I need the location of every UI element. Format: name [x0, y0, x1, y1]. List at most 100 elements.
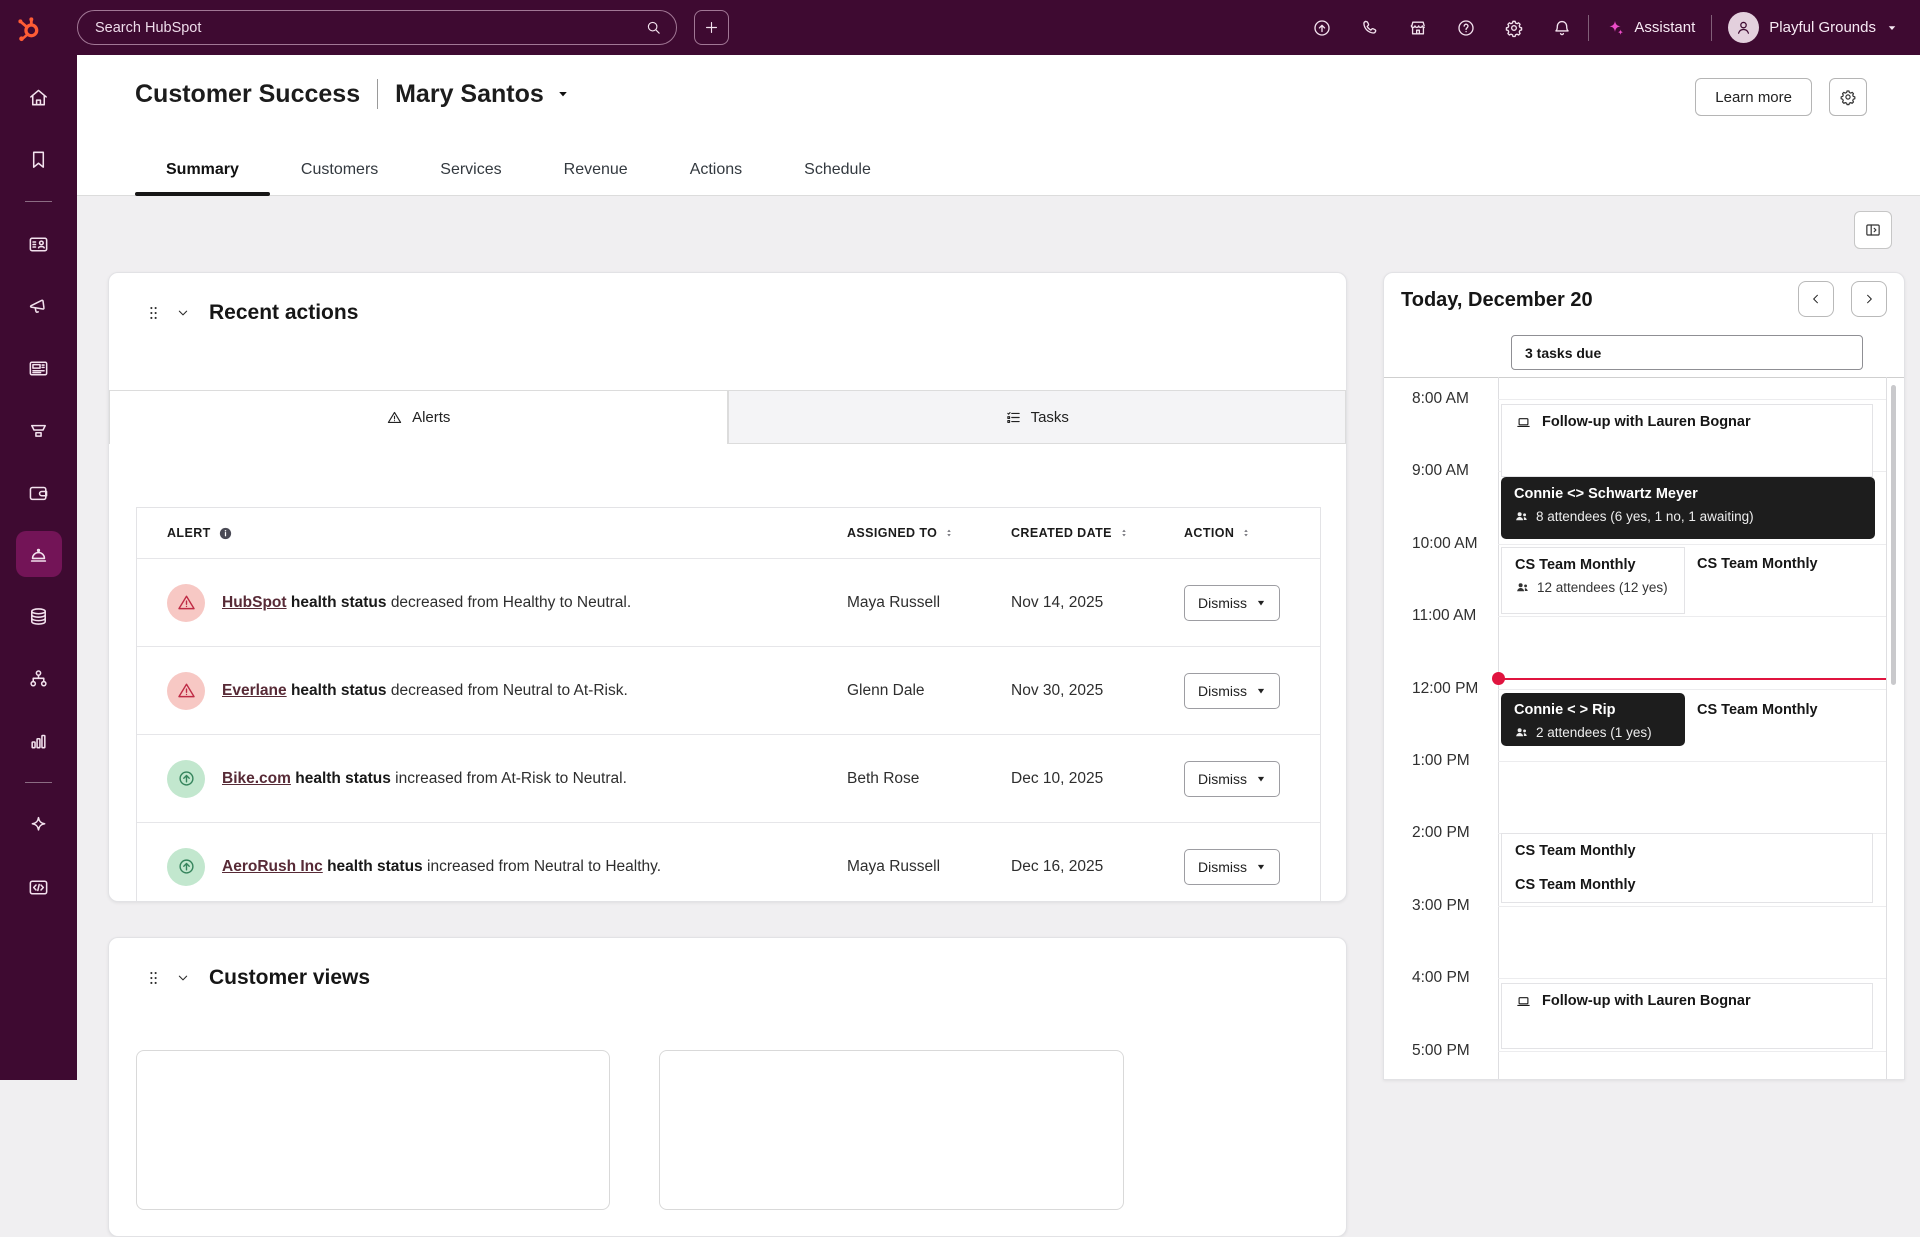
alert-row: HubSpot health status decreased from Hea… — [137, 558, 1320, 646]
global-search[interactable] — [77, 10, 677, 45]
dismiss-button[interactable]: Dismiss — [1184, 673, 1280, 709]
hour-gridline — [1498, 689, 1886, 690]
sidebar-item-sales[interactable] — [16, 407, 62, 453]
settings-button[interactable] — [1829, 78, 1867, 116]
tab-schedule[interactable]: Schedule — [773, 161, 902, 195]
calendar-event[interactable]: CS Team MonthlyCS Team Monthly — [1501, 833, 1873, 903]
sidebar-item-home[interactable] — [16, 74, 62, 120]
calendar-event[interactable]: CS Team Monthly — [1697, 547, 1873, 614]
now-indicator-dot — [1492, 672, 1505, 685]
sidebar-item-service[interactable] — [16, 531, 62, 577]
alert-row: Bike.com health status increased from At… — [137, 734, 1320, 822]
collapse-chevron-icon[interactable] — [175, 305, 191, 321]
marketplace-icon[interactable] — [1408, 18, 1428, 38]
settings-icon[interactable] — [1504, 18, 1524, 38]
help-icon[interactable] — [1456, 18, 1476, 38]
dismiss-button[interactable]: Dismiss — [1184, 585, 1280, 621]
company-link[interactable]: HubSpot — [222, 594, 287, 611]
assistant-button[interactable]: Assistant — [1605, 18, 1695, 38]
assigned-to-cell: Beth Rose — [847, 770, 1011, 788]
attendees: 2 attendees (1 yes) — [1514, 725, 1672, 740]
tab-services[interactable]: Services — [409, 161, 532, 195]
sort-icon[interactable] — [1241, 526, 1251, 540]
sidebar-item-developer[interactable] — [16, 864, 62, 910]
assigned-to-cell: Glenn Dale — [847, 682, 1011, 700]
tasks-due-button[interactable]: 3 tasks due — [1511, 335, 1863, 370]
company-link[interactable]: AeroRush Inc — [222, 858, 323, 875]
sidebar-item-reporting[interactable] — [16, 717, 62, 763]
calendar-event[interactable]: CS Team Monthly — [1697, 693, 1873, 759]
caret-down-icon — [1256, 774, 1266, 784]
info-icon[interactable] — [218, 526, 233, 541]
company-link[interactable]: Everlane — [222, 682, 287, 699]
chevron-right-icon — [1862, 292, 1876, 306]
calendar-event[interactable]: Connie <> Schwartz Meyer8 attendees (6 y… — [1501, 477, 1875, 539]
learn-more-button[interactable]: Learn more — [1695, 78, 1812, 116]
bookmarks-icon — [27, 148, 50, 171]
tab-alerts[interactable]: Alerts — [109, 390, 728, 444]
created-date-cell: Dec 16, 2025 — [1011, 858, 1184, 876]
company-link[interactable]: Bike.com — [222, 770, 291, 787]
title-divider — [377, 79, 378, 109]
calendar-prev-button[interactable] — [1798, 281, 1834, 317]
alert-message: HubSpot health status decreased from Hea… — [222, 594, 631, 612]
drag-handle-icon[interactable] — [145, 302, 162, 324]
alert-task-tabs: AlertsTasks — [109, 390, 1346, 444]
hour-label: 8:00 AM — [1412, 390, 1492, 408]
dismiss-button[interactable]: Dismiss — [1184, 761, 1280, 797]
column-header[interactable]: CREATED DATE — [1011, 526, 1184, 540]
sort-icon[interactable] — [944, 526, 954, 540]
page-title: Customer Success — [135, 80, 360, 109]
time-column-divider — [1498, 377, 1499, 1079]
sidebar-item-commerce[interactable] — [16, 469, 62, 515]
owner-selector[interactable]: Mary Santos — [395, 80, 570, 109]
hubspot-logo-icon[interactable] — [14, 14, 44, 42]
sidebar-item-data[interactable] — [16, 593, 62, 639]
upgrade-icon[interactable] — [1312, 18, 1332, 38]
calendar-event[interactable]: Follow-up with Lauren Bognar — [1501, 404, 1873, 477]
column-header[interactable]: ACTION — [1184, 526, 1320, 540]
create-button[interactable] — [694, 10, 729, 45]
hour-label: 4:00 PM — [1412, 969, 1492, 987]
calendar-event[interactable]: CS Team Monthly12 attendees (12 yes) — [1501, 547, 1685, 614]
sidebar-item-automations[interactable] — [16, 655, 62, 701]
sparkle-icon — [27, 814, 50, 837]
calendar-event[interactable]: Follow-up with Lauren Bognar — [1501, 983, 1873, 1049]
funnel-icon — [27, 419, 50, 442]
sidebar-item-ai[interactable] — [16, 802, 62, 848]
customer-view-tile[interactable] — [659, 1050, 1124, 1210]
sidebar-nav — [0, 55, 77, 1080]
dismiss-button[interactable]: Dismiss — [1184, 849, 1280, 885]
sort-icon[interactable] — [1119, 526, 1129, 540]
sidebar-item-content[interactable] — [16, 345, 62, 391]
tab-actions[interactable]: Actions — [659, 161, 773, 195]
calling-icon[interactable] — [1360, 18, 1380, 38]
sidebar-item-contacts[interactable] — [16, 221, 62, 267]
sidebar-item-bookmarks[interactable] — [16, 136, 62, 182]
tab-tasks[interactable]: Tasks — [728, 390, 1347, 444]
hour-gridline — [1498, 906, 1886, 907]
service-bell-icon — [27, 543, 50, 566]
hour-label: 3:00 PM — [1412, 897, 1492, 915]
hour-label: 12:00 PM — [1412, 680, 1492, 698]
page-tabs: SummaryCustomersServicesRevenueActionsSc… — [135, 161, 902, 195]
search-input[interactable] — [78, 20, 645, 36]
calendar-scrollbar[interactable] — [1891, 385, 1896, 685]
tab-revenue[interactable]: Revenue — [533, 161, 659, 195]
column-header[interactable]: ASSIGNED TO — [847, 526, 1011, 540]
customer-view-tile[interactable] — [136, 1050, 610, 1210]
assigned-to-cell: Maya Russell — [847, 858, 1011, 876]
created-date-cell: Nov 30, 2025 — [1011, 682, 1184, 700]
drag-handle-icon[interactable] — [145, 967, 162, 989]
collapse-chevron-icon[interactable] — [175, 970, 191, 986]
tab-customers[interactable]: Customers — [270, 161, 409, 195]
column-header: ALERT — [137, 526, 847, 541]
notifications-icon[interactable] — [1552, 18, 1572, 38]
avatar — [1728, 12, 1759, 43]
sidebar-item-marketing[interactable] — [16, 283, 62, 329]
calendar-next-button[interactable] — [1851, 281, 1887, 317]
calendar-event[interactable]: Connie < > Rip2 attendees (1 yes) — [1501, 693, 1685, 746]
panel-toggle-button[interactable] — [1854, 211, 1892, 249]
tab-summary[interactable]: Summary — [135, 161, 270, 195]
account-menu[interactable]: Playful Grounds — [1728, 12, 1898, 43]
